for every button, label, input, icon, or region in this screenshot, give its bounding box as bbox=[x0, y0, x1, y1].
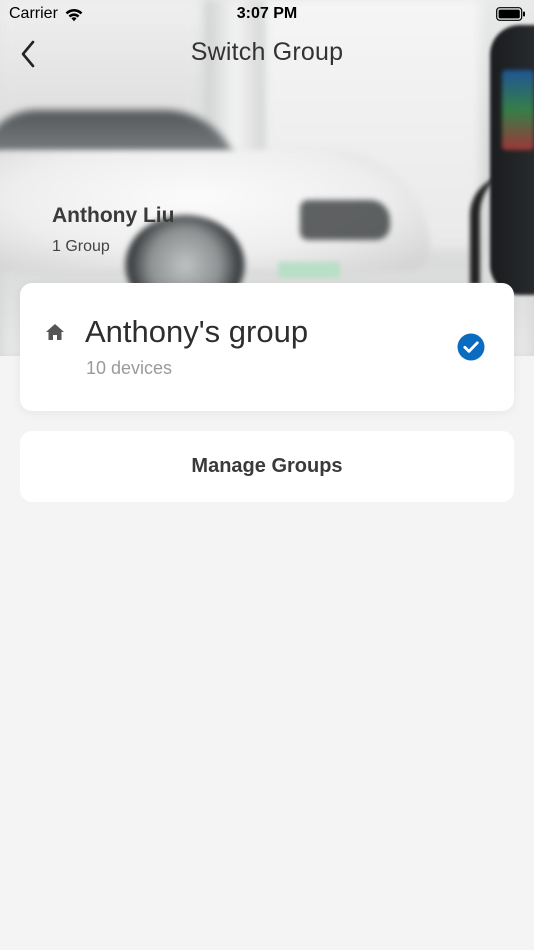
home-icon bbox=[46, 324, 64, 340]
hero-car-grille bbox=[300, 200, 390, 240]
hero-charger-screen bbox=[502, 70, 534, 150]
status-bar: Carrier 3:07 PM bbox=[0, 0, 534, 28]
group-count: 1 Group bbox=[52, 238, 110, 255]
device-count: 10 devices bbox=[86, 358, 173, 378]
wifi-icon bbox=[64, 7, 84, 22]
page-title: Switch Group bbox=[190, 38, 344, 66]
check-circle-icon bbox=[457, 333, 485, 361]
hero-car-plate bbox=[278, 262, 340, 278]
group-card[interactable]: Anthony's group 10 devices bbox=[20, 283, 514, 411]
manage-groups-label: Manage Groups bbox=[191, 455, 343, 477]
user-name: Anthony Liu bbox=[52, 204, 175, 227]
group-name: Anthony's group bbox=[85, 314, 309, 349]
carrier-label: Carrier bbox=[9, 5, 58, 22]
status-left: Carrier bbox=[9, 5, 84, 23]
manage-groups-button[interactable]: Manage Groups bbox=[20, 431, 514, 502]
battery-icon bbox=[496, 7, 526, 21]
